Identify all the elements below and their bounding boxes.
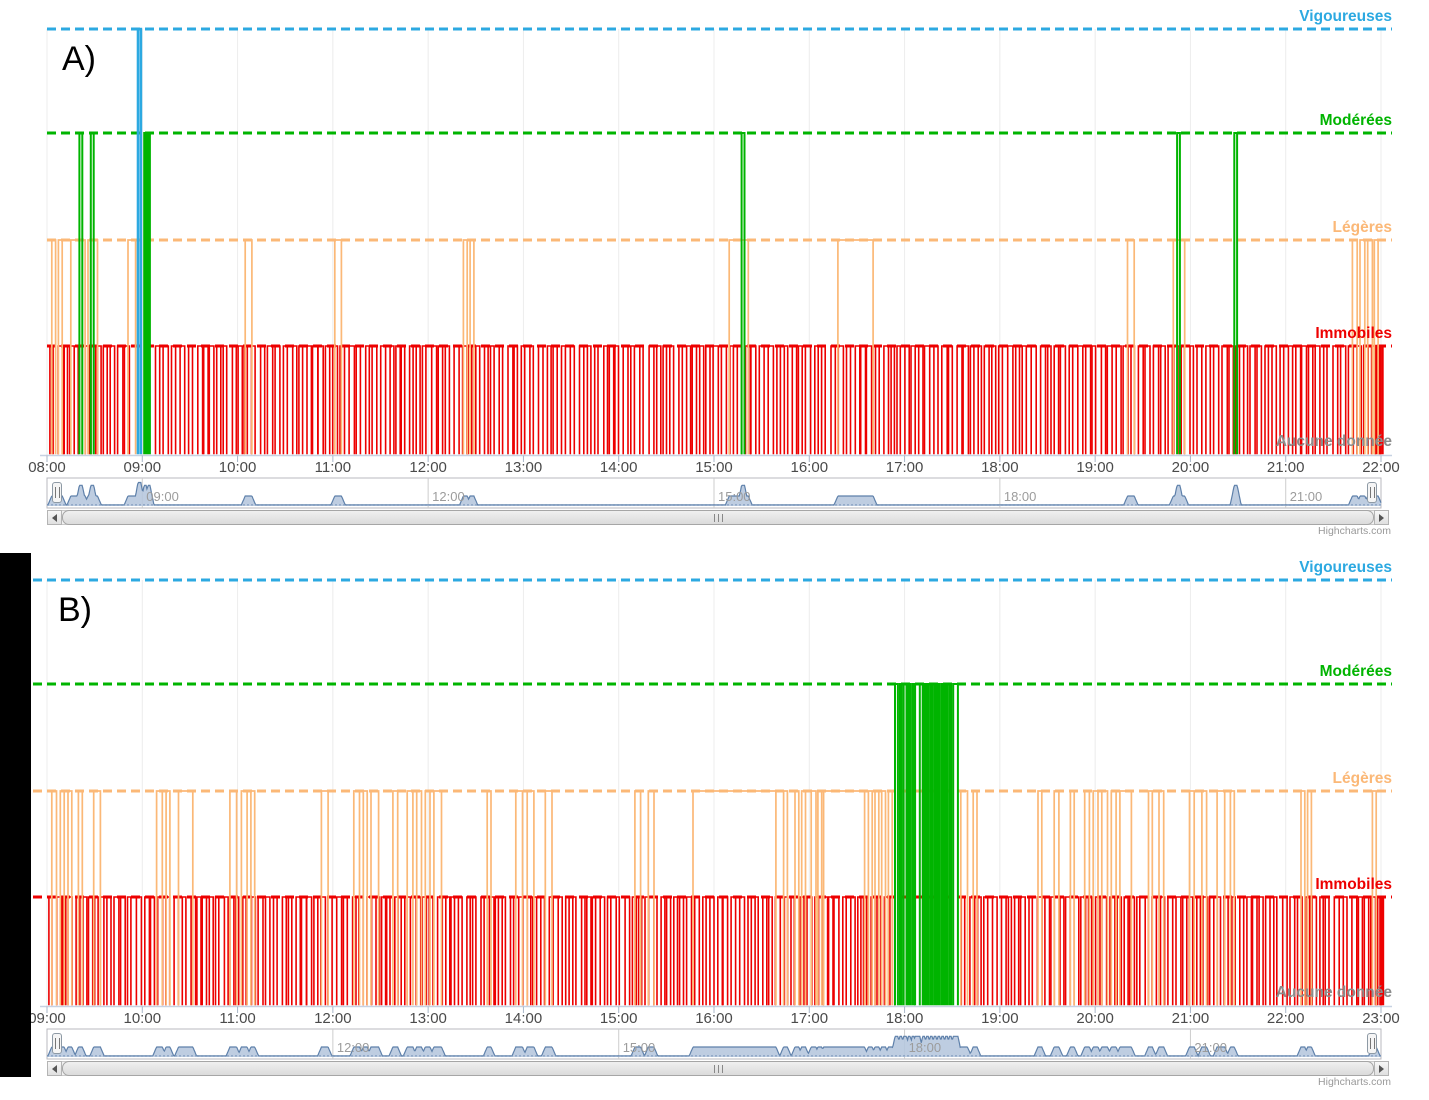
x-axis-tick-label: 18:00 [870, 1010, 940, 1027]
scrollbar-right-button[interactable] [1374, 1061, 1389, 1076]
x-axis-tick-label: 15:00 [584, 1010, 654, 1027]
x-axis-tick-label: 13:00 [488, 459, 558, 476]
x-axis-tick-label: 17:00 [774, 1010, 844, 1027]
x-axis-tick-label: 16:00 [679, 1010, 749, 1027]
navigator-left-handle[interactable] [52, 482, 62, 503]
x-axis-tick-label: 19:00 [965, 1010, 1035, 1027]
x-axis-tick-label: 20:00 [1155, 459, 1225, 476]
credits-link[interactable]: Highcharts.com [1271, 525, 1391, 537]
navigator-left-handle[interactable] [52, 1033, 62, 1054]
plotline-label-vigoureuses: Vigoureuses [1192, 8, 1392, 26]
x-axis-tick-label: 23:00 [1346, 1010, 1416, 1027]
x-axis-tick-label: 10:00 [203, 459, 273, 476]
scrollbar-thumb[interactable] [62, 510, 1374, 525]
x-axis-tick-label: 21:00 [1251, 459, 1321, 476]
x-axis-tick-label: 19:00 [1060, 459, 1130, 476]
navigator[interactable] [47, 478, 1381, 508]
x-axis-tick-label: 12:00 [393, 459, 463, 476]
scrollbar-thumb[interactable] [62, 1061, 1374, 1076]
x-axis-tick-label: 22:00 [1346, 459, 1416, 476]
x-axis-tick-label: 13:00 [393, 1010, 463, 1027]
x-axis-tick-label: 17:00 [870, 459, 940, 476]
x-axis-tick-label: 11:00 [203, 1010, 273, 1027]
scrollbar-left-button[interactable] [47, 1061, 62, 1076]
x-axis-tick-label: 10:00 [107, 1010, 177, 1027]
scrollbar-right-button[interactable] [1374, 510, 1389, 525]
chart-B: B) Highcharts.com 09:0010:0011:0012:0013… [0, 551, 1429, 1100]
scrollbar-left-button[interactable] [47, 510, 62, 525]
x-axis-tick-label: 14:00 [488, 1010, 558, 1027]
x-axis-tick-label: 21:00 [1155, 1010, 1225, 1027]
x-axis-tick-label: 12:00 [298, 1010, 368, 1027]
navigator-right-handle[interactable] [1367, 482, 1377, 503]
x-axis-tick-label: 14:00 [584, 459, 654, 476]
x-axis-tick-label: 22:00 [1251, 1010, 1321, 1027]
x-axis-tick-label: 20:00 [1060, 1010, 1130, 1027]
black-redaction-bar [0, 553, 31, 1077]
plotline-label-vigoureuses: Vigoureuses [1192, 559, 1392, 577]
x-axis-tick-label: 18:00 [965, 459, 1035, 476]
navigator[interactable] [47, 1029, 1381, 1059]
x-axis-tick-label: 11:00 [298, 459, 368, 476]
x-axis-tick-label: 16:00 [774, 459, 844, 476]
scrollbar-left-arrow-icon [52, 514, 57, 522]
credits-link[interactable]: Highcharts.com [1271, 1076, 1391, 1088]
chart-A-plot-area[interactable] [47, 29, 1381, 455]
scrollbar-left-arrow-icon [52, 1065, 57, 1073]
x-axis-tick-label: 08:00 [12, 459, 82, 476]
chart-A: A) Highcharts.com 08:0009:0010:0011:0012… [0, 0, 1429, 551]
chart-B-plot-area[interactable] [47, 580, 1381, 1006]
navigator-right-handle[interactable] [1367, 1033, 1377, 1054]
x-axis-tick-label: 09:00 [107, 459, 177, 476]
x-axis-tick-label: 15:00 [679, 459, 749, 476]
scrollbar-right-arrow-icon [1379, 1065, 1384, 1073]
scrollbar-right-arrow-icon [1379, 514, 1384, 522]
